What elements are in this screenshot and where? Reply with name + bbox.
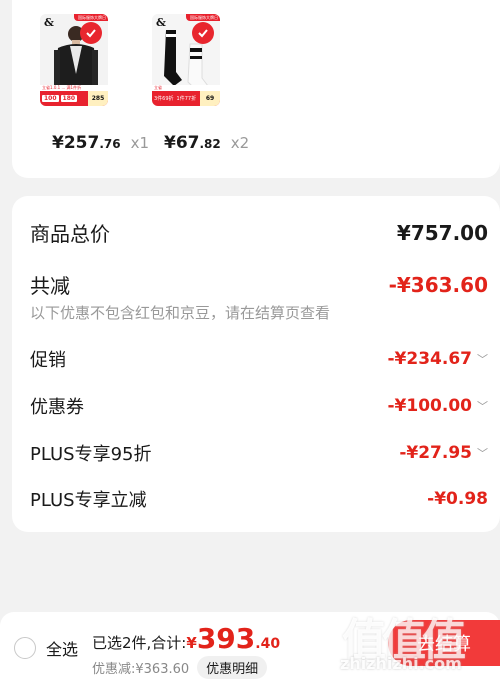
selected-check-icon <box>80 22 102 44</box>
promo-ribbon: 国际服饰大牌日 <box>186 14 220 21</box>
selected-count-text: 已选2件,合计: <box>92 634 187 652</box>
discount-item-value: -¥234.67 ﹀ <box>387 349 489 369</box>
product-quantity: x1 <box>130 134 150 152</box>
discount-item-value: -¥0.98 <box>427 489 488 509</box>
saved-amount-text: 优惠减:¥363.60 <box>92 662 190 677</box>
chevron-down-icon[interactable]: ﹀ <box>477 398 488 414</box>
product-thumbnail[interactable]: & 国际服饰大牌日 立省1.0.1 ... 满1件折 100 180 285 <box>40 14 108 106</box>
discount-item-value: -¥100.00 ﹀ <box>387 396 489 416</box>
discount-item-promotion[interactable]: 促销 -¥234.67 ﹀ <box>30 346 488 372</box>
discount-note: 以下优惠不包含红包和京豆，请在结算页查看 <box>30 304 331 322</box>
total-price-row: 商品总价 ¥757.00 <box>30 218 488 247</box>
select-all-radio[interactable] <box>14 637 36 659</box>
product-item-jacket[interactable]: & 国际服饰大牌日 立省1.0.1 ... 满1件折 100 180 285 <box>40 14 110 106</box>
discount-item-value: -¥27.95 ﹀ <box>399 443 488 463</box>
discount-item-label: 优惠券 <box>30 397 84 418</box>
promo-ribbon: 国际服饰大牌日 <box>74 14 108 21</box>
saved-amount-line: 优惠减:¥363.60 优惠明细 <box>92 656 268 679</box>
total-discount-label: 共减 <box>30 274 70 298</box>
discount-item-coupon[interactable]: 优惠券 -¥100.00 ﹀ <box>30 393 488 419</box>
product-quantity: x2 <box>230 134 250 152</box>
promo-price-bar: 100 180 285 <box>40 91 108 106</box>
promo-final-price: 69 <box>200 91 220 106</box>
discount-item-label: 促销 <box>30 350 66 371</box>
discount-item-plus-reduce: PLUS专享立减 -¥0.98 <box>30 486 488 512</box>
total-discount-row: 共减 -¥363.60 <box>30 270 488 299</box>
product-thumbnail[interactable]: & 国际服饰大牌日 立省 3件69折 1件77折 69 <box>152 14 220 106</box>
total-price-value: ¥757.00 <box>396 220 488 245</box>
chevron-down-icon[interactable]: ﹀ <box>477 445 488 461</box>
checkout-button[interactable]: 去结算 <box>388 620 500 666</box>
discount-item-label: PLUS专享95折 <box>30 444 152 465</box>
product-item-socks[interactable]: & 国际服饰大牌日 立省 3件69折 1件77折 69 <box>152 14 222 106</box>
price-summary-card: 商品总价 ¥757.00 共减 -¥363.60 以下优惠不包含红包和京豆，请在… <box>12 196 500 532</box>
brand-logo: & <box>44 16 54 29</box>
product-price: ¥257.76 x1 <box>52 133 150 153</box>
selected-check-icon <box>192 22 214 44</box>
checkout-bar: 全选 已选2件,合计: ¥393.40 优惠减:¥363.60 优惠明细 去结算 <box>0 612 500 684</box>
order-total-amount: ¥393.40 <box>186 622 281 655</box>
total-price-label: 商品总价 <box>30 222 110 246</box>
product-price: ¥67.82 x2 <box>164 133 250 153</box>
select-all-label: 全选 <box>46 640 79 659</box>
promo-final-price: 285 <box>88 91 108 106</box>
discount-item-label: PLUS专享立减 <box>30 490 147 511</box>
discount-item-plus-95[interactable]: PLUS专享95折 -¥27.95 ﹀ <box>30 440 488 466</box>
promo-price-bar: 3件69折 1件77折 69 <box>152 91 220 106</box>
brand-logo: & <box>156 16 166 29</box>
cart-products-card: & 国际服饰大牌日 立省1.0.1 ... 满1件折 100 180 285 &… <box>12 0 500 178</box>
select-all-toggle[interactable]: 全选 <box>14 636 78 660</box>
chevron-down-icon[interactable]: ﹀ <box>477 351 488 367</box>
order-total-line: 已选2件,合计: ¥393.40 <box>92 622 280 655</box>
total-discount-value: -¥363.60 <box>388 272 488 297</box>
discount-detail-button[interactable]: 优惠明细 <box>197 656 268 679</box>
